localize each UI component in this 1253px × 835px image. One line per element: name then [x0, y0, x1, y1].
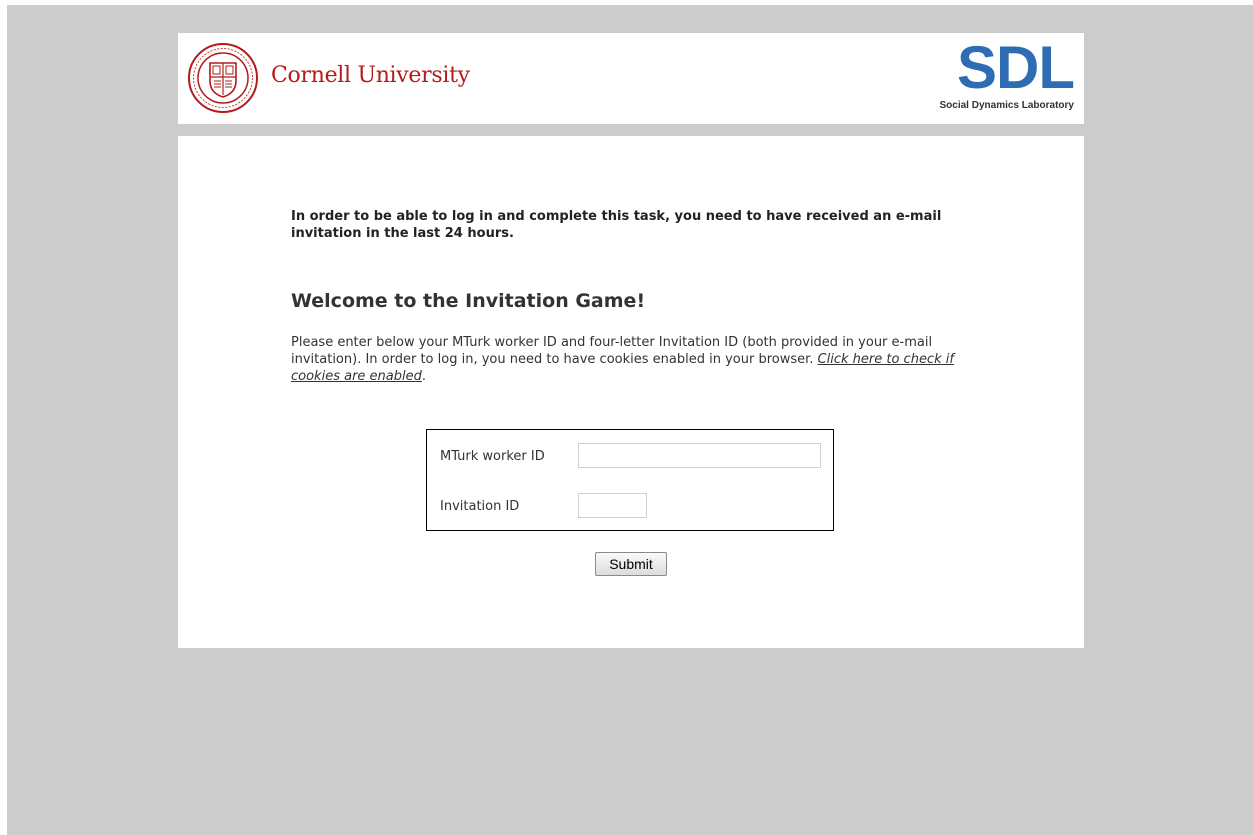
- university-name: Cornell University: [271, 63, 470, 88]
- intro-end: .: [421, 369, 426, 384]
- worker-id-label: MTurk worker ID: [440, 449, 545, 464]
- page-title: Welcome to the Invitation Game!: [291, 290, 646, 312]
- lab-name: Social Dynamics Laboratory: [939, 100, 1075, 111]
- intro-paragraph: Please enter below your MTurk worker ID …: [291, 334, 981, 385]
- invitation-id-input[interactable]: [578, 493, 647, 518]
- invitation-notice: In order to be able to log in and comple…: [291, 209, 942, 241]
- worker-id-input[interactable]: [578, 443, 821, 468]
- main-panel: In order to be able to log in and comple…: [178, 136, 1084, 648]
- sdl-logo-text: SDL: [957, 34, 1075, 101]
- cornell-seal-icon: [188, 43, 258, 113]
- login-form: MTurk worker ID Invitation ID: [426, 429, 834, 531]
- sdl-logo: SDL Social Dynamics Laboratory: [924, 38, 1076, 114]
- invitation-id-label: Invitation ID: [440, 499, 520, 514]
- submit-button[interactable]: Submit: [595, 552, 667, 576]
- header-banner: Cornell University SDL Social Dynamics L…: [178, 33, 1084, 124]
